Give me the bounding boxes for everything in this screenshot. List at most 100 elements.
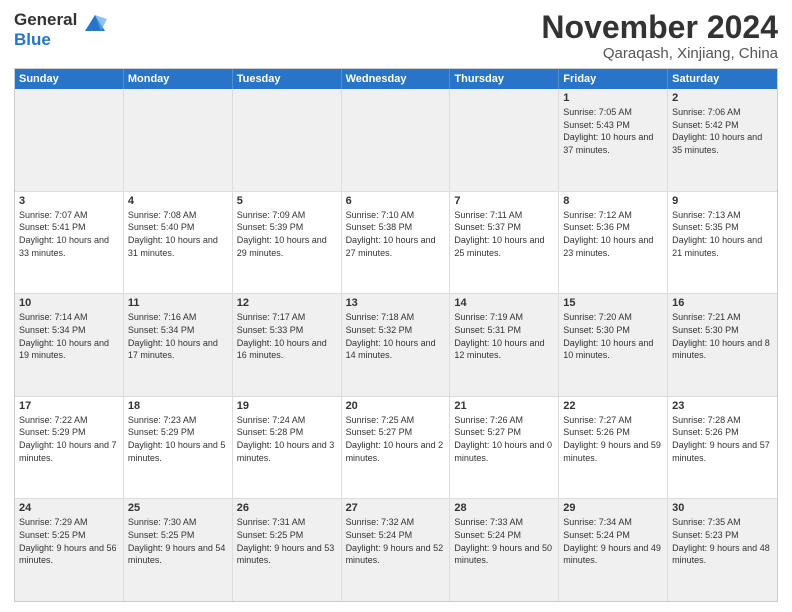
day-info: Sunrise: 7:34 AM Sunset: 5:24 PM Dayligh… — [563, 516, 663, 566]
location: Qaraqash, Xinjiang, China — [541, 45, 778, 62]
calendar-row-4: 24 Sunrise: 7:29 AM Sunset: 5:25 PM Dayli… — [15, 498, 777, 601]
day-number: 25 — [128, 502, 228, 514]
cal-cell-r2-c1: 11Sunrise: 7:16 AM Sunset: 5:34 PM Dayli… — [124, 294, 233, 396]
day-number: 28 — [454, 502, 554, 514]
day-info: Sunrise: 7:19 AM Sunset: 5:31 PM Dayligh… — [454, 311, 554, 361]
cal-cell-r4-c1: 25 Sunrise: 7:30 AM Sunset: 5:25 PM Dayli… — [124, 499, 233, 601]
day-number: 20 — [346, 400, 446, 412]
day-number: 4 — [128, 195, 228, 207]
day-info: Sunrise: 7:13 AM Sunset: 5:35 PM Dayligh… — [672, 209, 773, 259]
header: General Blue November 2024 Qaraqash, Xin… — [14, 10, 778, 62]
header-thursday: Thursday — [450, 69, 559, 89]
day-info: Sunrise: 7:07 AM Sunset: 5:41 PM Dayligh… — [19, 209, 119, 259]
header-saturday: Saturday — [668, 69, 777, 89]
cal-cell-r3-c1: 18Sunrise: 7:23 AM Sunset: 5:29 PM Dayli… — [124, 397, 233, 499]
day-number: 9 — [672, 195, 773, 207]
day-info: Sunrise: 7:20 AM Sunset: 5:30 PM Dayligh… — [563, 311, 663, 361]
cal-cell-r4-c3: 27Sunrise: 7:32 AM Sunset: 5:24 PM Dayli… — [342, 499, 451, 601]
cal-cell-r1-c5: 8 Sunrise: 7:12 AM Sunset: 5:36 PM Daylig… — [559, 192, 668, 294]
cal-cell-r1-c2: 5Sunrise: 7:09 AM Sunset: 5:39 PM Daylig… — [233, 192, 342, 294]
cal-cell-r0-c6: 2 Sunrise: 7:06 AM Sunset: 5:42 PM Daylig… — [668, 89, 777, 191]
day-info: Sunrise: 7:30 AM Sunset: 5:25 PM Dayligh… — [128, 516, 228, 566]
header-wednesday: Wednesday — [342, 69, 451, 89]
cal-cell-r4-c0: 24 Sunrise: 7:29 AM Sunset: 5:25 PM Dayli… — [15, 499, 124, 601]
calendar: Sunday Monday Tuesday Wednesday Thursday… — [14, 68, 778, 602]
day-number: 18 — [128, 400, 228, 412]
day-number: 12 — [237, 297, 337, 309]
cal-cell-r4-c2: 26 Sunrise: 7:31 AM Sunset: 5:25 PM Dayli… — [233, 499, 342, 601]
day-info: Sunrise: 7:21 AM Sunset: 5:30 PM Dayligh… — [672, 311, 773, 361]
day-number: 14 — [454, 297, 554, 309]
cal-cell-r1-c1: 4 Sunrise: 7:08 AM Sunset: 5:40 PM Daylig… — [124, 192, 233, 294]
cal-cell-r1-c0: 3 Sunrise: 7:07 AM Sunset: 5:41 PM Daylig… — [15, 192, 124, 294]
day-number: 23 — [672, 400, 773, 412]
cal-cell-r0-c1 — [124, 89, 233, 191]
cal-cell-r3-c5: 22Sunrise: 7:27 AM Sunset: 5:26 PM Dayli… — [559, 397, 668, 499]
day-info: Sunrise: 7:32 AM Sunset: 5:24 PM Dayligh… — [346, 516, 446, 566]
day-info: Sunrise: 7:28 AM Sunset: 5:26 PM Dayligh… — [672, 414, 773, 464]
logo-blue: Blue — [14, 30, 51, 49]
cal-cell-r0-c5: 1Sunrise: 7:05 AM Sunset: 5:43 PM Daylig… — [559, 89, 668, 191]
cal-cell-r4-c5: 29 Sunrise: 7:34 AM Sunset: 5:24 PM Dayli… — [559, 499, 668, 601]
month-title: November 2024 — [541, 10, 778, 45]
day-number: 29 — [563, 502, 663, 514]
calendar-row-2: 10Sunrise: 7:14 AM Sunset: 5:34 PM Dayli… — [15, 293, 777, 396]
day-number: 16 — [672, 297, 773, 309]
cal-cell-r0-c2 — [233, 89, 342, 191]
cal-cell-r2-c0: 10Sunrise: 7:14 AM Sunset: 5:34 PM Dayli… — [15, 294, 124, 396]
cal-cell-r3-c0: 17Sunrise: 7:22 AM Sunset: 5:29 PM Dayli… — [15, 397, 124, 499]
cal-cell-r1-c4: 7 Sunrise: 7:11 AM Sunset: 5:37 PM Daylig… — [450, 192, 559, 294]
day-info: Sunrise: 7:29 AM Sunset: 5:25 PM Dayligh… — [19, 516, 119, 566]
day-number: 8 — [563, 195, 663, 207]
calendar-row-0: 1Sunrise: 7:05 AM Sunset: 5:43 PM Daylig… — [15, 89, 777, 191]
day-info: Sunrise: 7:31 AM Sunset: 5:25 PM Dayligh… — [237, 516, 337, 566]
cal-cell-r4-c6: 30Sunrise: 7:35 AM Sunset: 5:23 PM Dayli… — [668, 499, 777, 601]
cal-cell-r0-c0 — [15, 89, 124, 191]
day-number: 13 — [346, 297, 446, 309]
day-info: Sunrise: 7:08 AM Sunset: 5:40 PM Dayligh… — [128, 209, 228, 259]
day-info: Sunrise: 7:22 AM Sunset: 5:29 PM Dayligh… — [19, 414, 119, 464]
day-info: Sunrise: 7:11 AM Sunset: 5:37 PM Dayligh… — [454, 209, 554, 259]
day-number: 22 — [563, 400, 663, 412]
cal-cell-r2-c2: 12 Sunrise: 7:17 AM Sunset: 5:33 PM Dayli… — [233, 294, 342, 396]
cal-cell-r3-c6: 23 Sunrise: 7:28 AM Sunset: 5:26 PM Dayli… — [668, 397, 777, 499]
logo-icon — [81, 11, 109, 39]
calendar-row-3: 17Sunrise: 7:22 AM Sunset: 5:29 PM Dayli… — [15, 396, 777, 499]
day-number: 26 — [237, 502, 337, 514]
day-number: 6 — [346, 195, 446, 207]
day-number: 3 — [19, 195, 119, 207]
title-block: November 2024 Qaraqash, Xinjiang, China — [541, 10, 778, 62]
day-info: Sunrise: 7:25 AM Sunset: 5:27 PM Dayligh… — [346, 414, 446, 464]
day-number: 19 — [237, 400, 337, 412]
header-tuesday: Tuesday — [233, 69, 342, 89]
cal-cell-r4-c4: 28 Sunrise: 7:33 AM Sunset: 5:24 PM Dayli… — [450, 499, 559, 601]
cal-cell-r0-c3 — [342, 89, 451, 191]
cal-cell-r1-c3: 6 Sunrise: 7:10 AM Sunset: 5:38 PM Daylig… — [342, 192, 451, 294]
cal-cell-r0-c4 — [450, 89, 559, 191]
day-number: 7 — [454, 195, 554, 207]
logo: General Blue — [14, 10, 109, 49]
day-info: Sunrise: 7:12 AM Sunset: 5:36 PM Dayligh… — [563, 209, 663, 259]
day-number: 5 — [237, 195, 337, 207]
day-info: Sunrise: 7:26 AM Sunset: 5:27 PM Dayligh… — [454, 414, 554, 464]
page: General Blue November 2024 Qaraqash, Xin… — [0, 0, 792, 612]
day-info: Sunrise: 7:24 AM Sunset: 5:28 PM Dayligh… — [237, 414, 337, 464]
calendar-row-1: 3 Sunrise: 7:07 AM Sunset: 5:41 PM Daylig… — [15, 191, 777, 294]
header-monday: Monday — [124, 69, 233, 89]
cal-cell-r1-c6: 9 Sunrise: 7:13 AM Sunset: 5:35 PM Daylig… — [668, 192, 777, 294]
cal-cell-r2-c4: 14 Sunrise: 7:19 AM Sunset: 5:31 PM Dayli… — [450, 294, 559, 396]
calendar-body: 1Sunrise: 7:05 AM Sunset: 5:43 PM Daylig… — [15, 89, 777, 601]
cal-cell-r2-c6: 16 Sunrise: 7:21 AM Sunset: 5:30 PM Dayli… — [668, 294, 777, 396]
cal-cell-r3-c3: 20 Sunrise: 7:25 AM Sunset: 5:27 PM Dayli… — [342, 397, 451, 499]
day-number: 24 — [19, 502, 119, 514]
day-info: Sunrise: 7:18 AM Sunset: 5:32 PM Dayligh… — [346, 311, 446, 361]
day-number: 2 — [672, 92, 773, 104]
day-info: Sunrise: 7:10 AM Sunset: 5:38 PM Dayligh… — [346, 209, 446, 259]
day-info: Sunrise: 7:33 AM Sunset: 5:24 PM Dayligh… — [454, 516, 554, 566]
day-info: Sunrise: 7:17 AM Sunset: 5:33 PM Dayligh… — [237, 311, 337, 361]
day-number: 15 — [563, 297, 663, 309]
day-number: 30 — [672, 502, 773, 514]
day-number: 21 — [454, 400, 554, 412]
cal-cell-r2-c5: 15 Sunrise: 7:20 AM Sunset: 5:30 PM Dayli… — [559, 294, 668, 396]
day-info: Sunrise: 7:06 AM Sunset: 5:42 PM Dayligh… — [672, 106, 773, 156]
